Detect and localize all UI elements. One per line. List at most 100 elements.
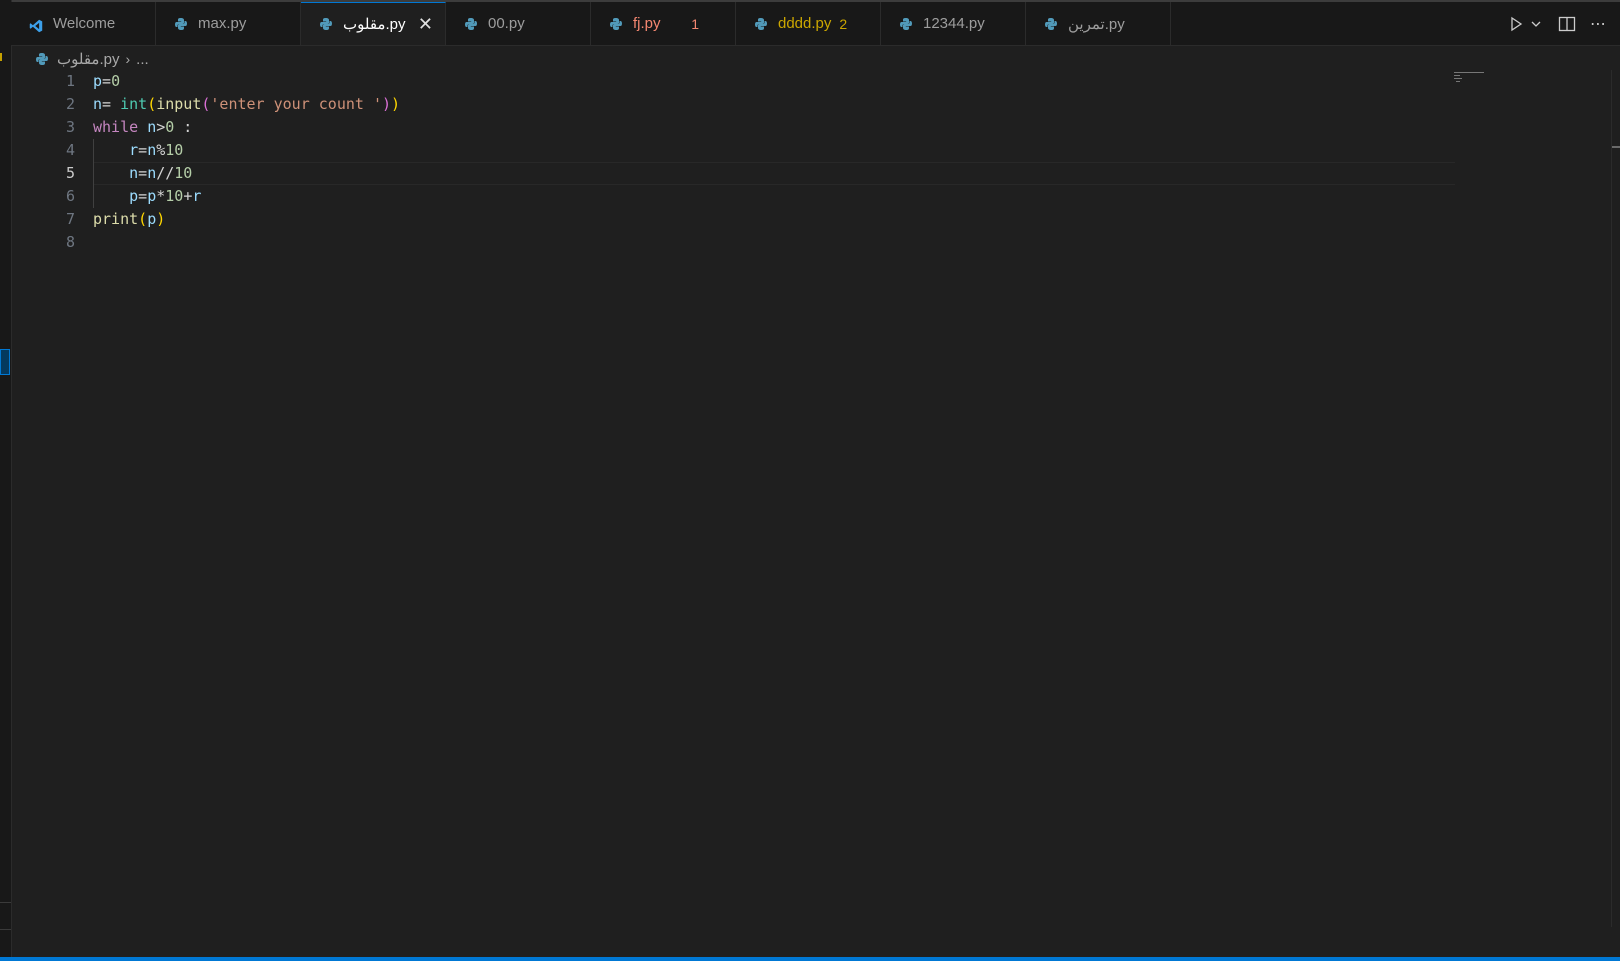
python-icon	[35, 52, 49, 66]
tab-label: 12344.py	[923, 15, 985, 32]
status-bar	[0, 957, 1620, 961]
code-token: >	[156, 118, 166, 136]
code-token: p	[147, 187, 157, 205]
python-icon	[464, 17, 478, 31]
code-token: )	[391, 95, 401, 113]
line-number: 8	[65, 233, 75, 251]
code-token: input	[156, 95, 202, 113]
code-token: 10	[174, 164, 193, 182]
tab-label: تمرين.py	[1068, 15, 1125, 33]
current-line-highlight	[93, 162, 1455, 185]
code-line[interactable]: p=p*10+r	[93, 185, 201, 208]
code-token: 0	[165, 118, 175, 136]
python-icon	[319, 17, 333, 31]
line-number: 6	[65, 187, 75, 205]
tab-dddd-py[interactable]: dddd.py 2	[736, 2, 881, 45]
tab-max-py[interactable]: max.py	[156, 2, 301, 45]
code-token: 10	[165, 141, 184, 159]
code-token: :	[174, 118, 193, 136]
gutter-marker	[0, 53, 2, 61]
scrollbar-thumb[interactable]	[1612, 146, 1620, 148]
tab-tamreen-py[interactable]: تمرين.py	[1026, 2, 1171, 45]
problem-count-badge: 1	[691, 15, 699, 32]
chevron-down-icon[interactable]	[1530, 18, 1542, 30]
code-token: *	[156, 187, 166, 205]
code-token: %	[156, 141, 166, 159]
line-number: 1	[65, 72, 75, 90]
code-token: 0	[111, 72, 121, 90]
editor-actions: ⋯	[1508, 2, 1620, 45]
tab-label: 00.py	[488, 15, 525, 32]
code-token: p	[147, 210, 157, 228]
python-icon	[174, 17, 188, 31]
more-actions-icon[interactable]: ⋯	[1590, 14, 1606, 33]
tab-label: Welcome	[53, 15, 116, 32]
minimap[interactable]	[1452, 70, 1492, 90]
vertical-scrollbar[interactable]	[1611, 70, 1620, 927]
python-icon	[1044, 17, 1058, 31]
close-icon[interactable]: ✕	[418, 15, 433, 33]
tab-fj-py[interactable]: fj.py 1	[591, 2, 736, 45]
chevron-right-icon: ›	[125, 51, 131, 67]
tab-active-file[interactable]: مقلوب.py ✕	[301, 2, 446, 45]
line-number: 7	[65, 210, 75, 228]
code-token: n	[129, 164, 139, 182]
code-line[interactable]: r=n%10	[93, 139, 183, 162]
code-token: n	[147, 164, 157, 182]
python-icon	[754, 17, 768, 31]
breadcrumb-file[interactable]: مقلوب.py	[57, 50, 119, 68]
code-token: =	[138, 164, 148, 182]
code-token: 'enter your count '	[210, 95, 382, 113]
run-icon[interactable]	[1508, 16, 1524, 32]
code-token: while	[93, 118, 139, 136]
tab-label: dddd.py	[778, 15, 832, 32]
tab-label: مقلوب.py	[343, 16, 406, 33]
code-token: print	[93, 210, 139, 228]
code-line[interactable]: while n>0 :	[93, 116, 192, 139]
tab-00-py[interactable]: 00.py	[446, 2, 591, 45]
code-token: p	[93, 72, 103, 90]
divider	[0, 929, 11, 930]
tab-12344-py[interactable]: 12344.py	[881, 2, 1026, 45]
code-token: =	[102, 72, 112, 90]
line-number: 5	[65, 164, 75, 182]
code-line[interactable]: n= int(input('enter your count '))	[93, 93, 400, 116]
code-token: =	[102, 95, 121, 113]
code-editor[interactable]: 12345678 p=0 n= int(input('enter your cou…	[11, 70, 1620, 957]
split-editor-icon[interactable]	[1558, 16, 1576, 32]
code-token: )	[156, 210, 166, 228]
line-number: 2	[65, 95, 75, 113]
problem-count-badge: 2	[839, 15, 848, 32]
code-line[interactable]: p=0	[93, 70, 120, 93]
code-token: //	[156, 164, 175, 182]
code-token: (	[147, 95, 157, 113]
code-line[interactable]: n=n//10	[93, 162, 192, 185]
code-token: (	[138, 210, 148, 228]
line-number: 3	[65, 118, 75, 136]
breadcrumb-symbols[interactable]: ...	[136, 51, 149, 68]
code-token: +	[183, 187, 193, 205]
code-line[interactable]: print(p)	[93, 208, 165, 231]
tab-welcome[interactable]: Welcome	[11, 2, 156, 45]
code-token: r	[192, 187, 202, 205]
breadcrumb: مقلوب.py › ...	[35, 48, 149, 70]
code-token: r	[129, 141, 139, 159]
code-token: =	[138, 187, 148, 205]
code-token: 10	[165, 187, 184, 205]
sidebar-sash[interactable]	[0, 349, 10, 375]
code-token: =	[138, 141, 148, 159]
divider	[0, 902, 11, 903]
python-icon	[609, 17, 623, 31]
code-token: p	[129, 187, 139, 205]
tab-label: max.py	[198, 15, 247, 32]
python-icon	[899, 17, 913, 31]
editor-tab-bar: Welcome max.py مقلوب.py ✕ 00.py fj.py 1 …	[11, 2, 1620, 46]
code-token: n	[93, 95, 103, 113]
vscode-logo-icon	[29, 17, 43, 32]
line-number: 4	[65, 141, 75, 159]
tab-label: fj.py	[633, 15, 661, 32]
